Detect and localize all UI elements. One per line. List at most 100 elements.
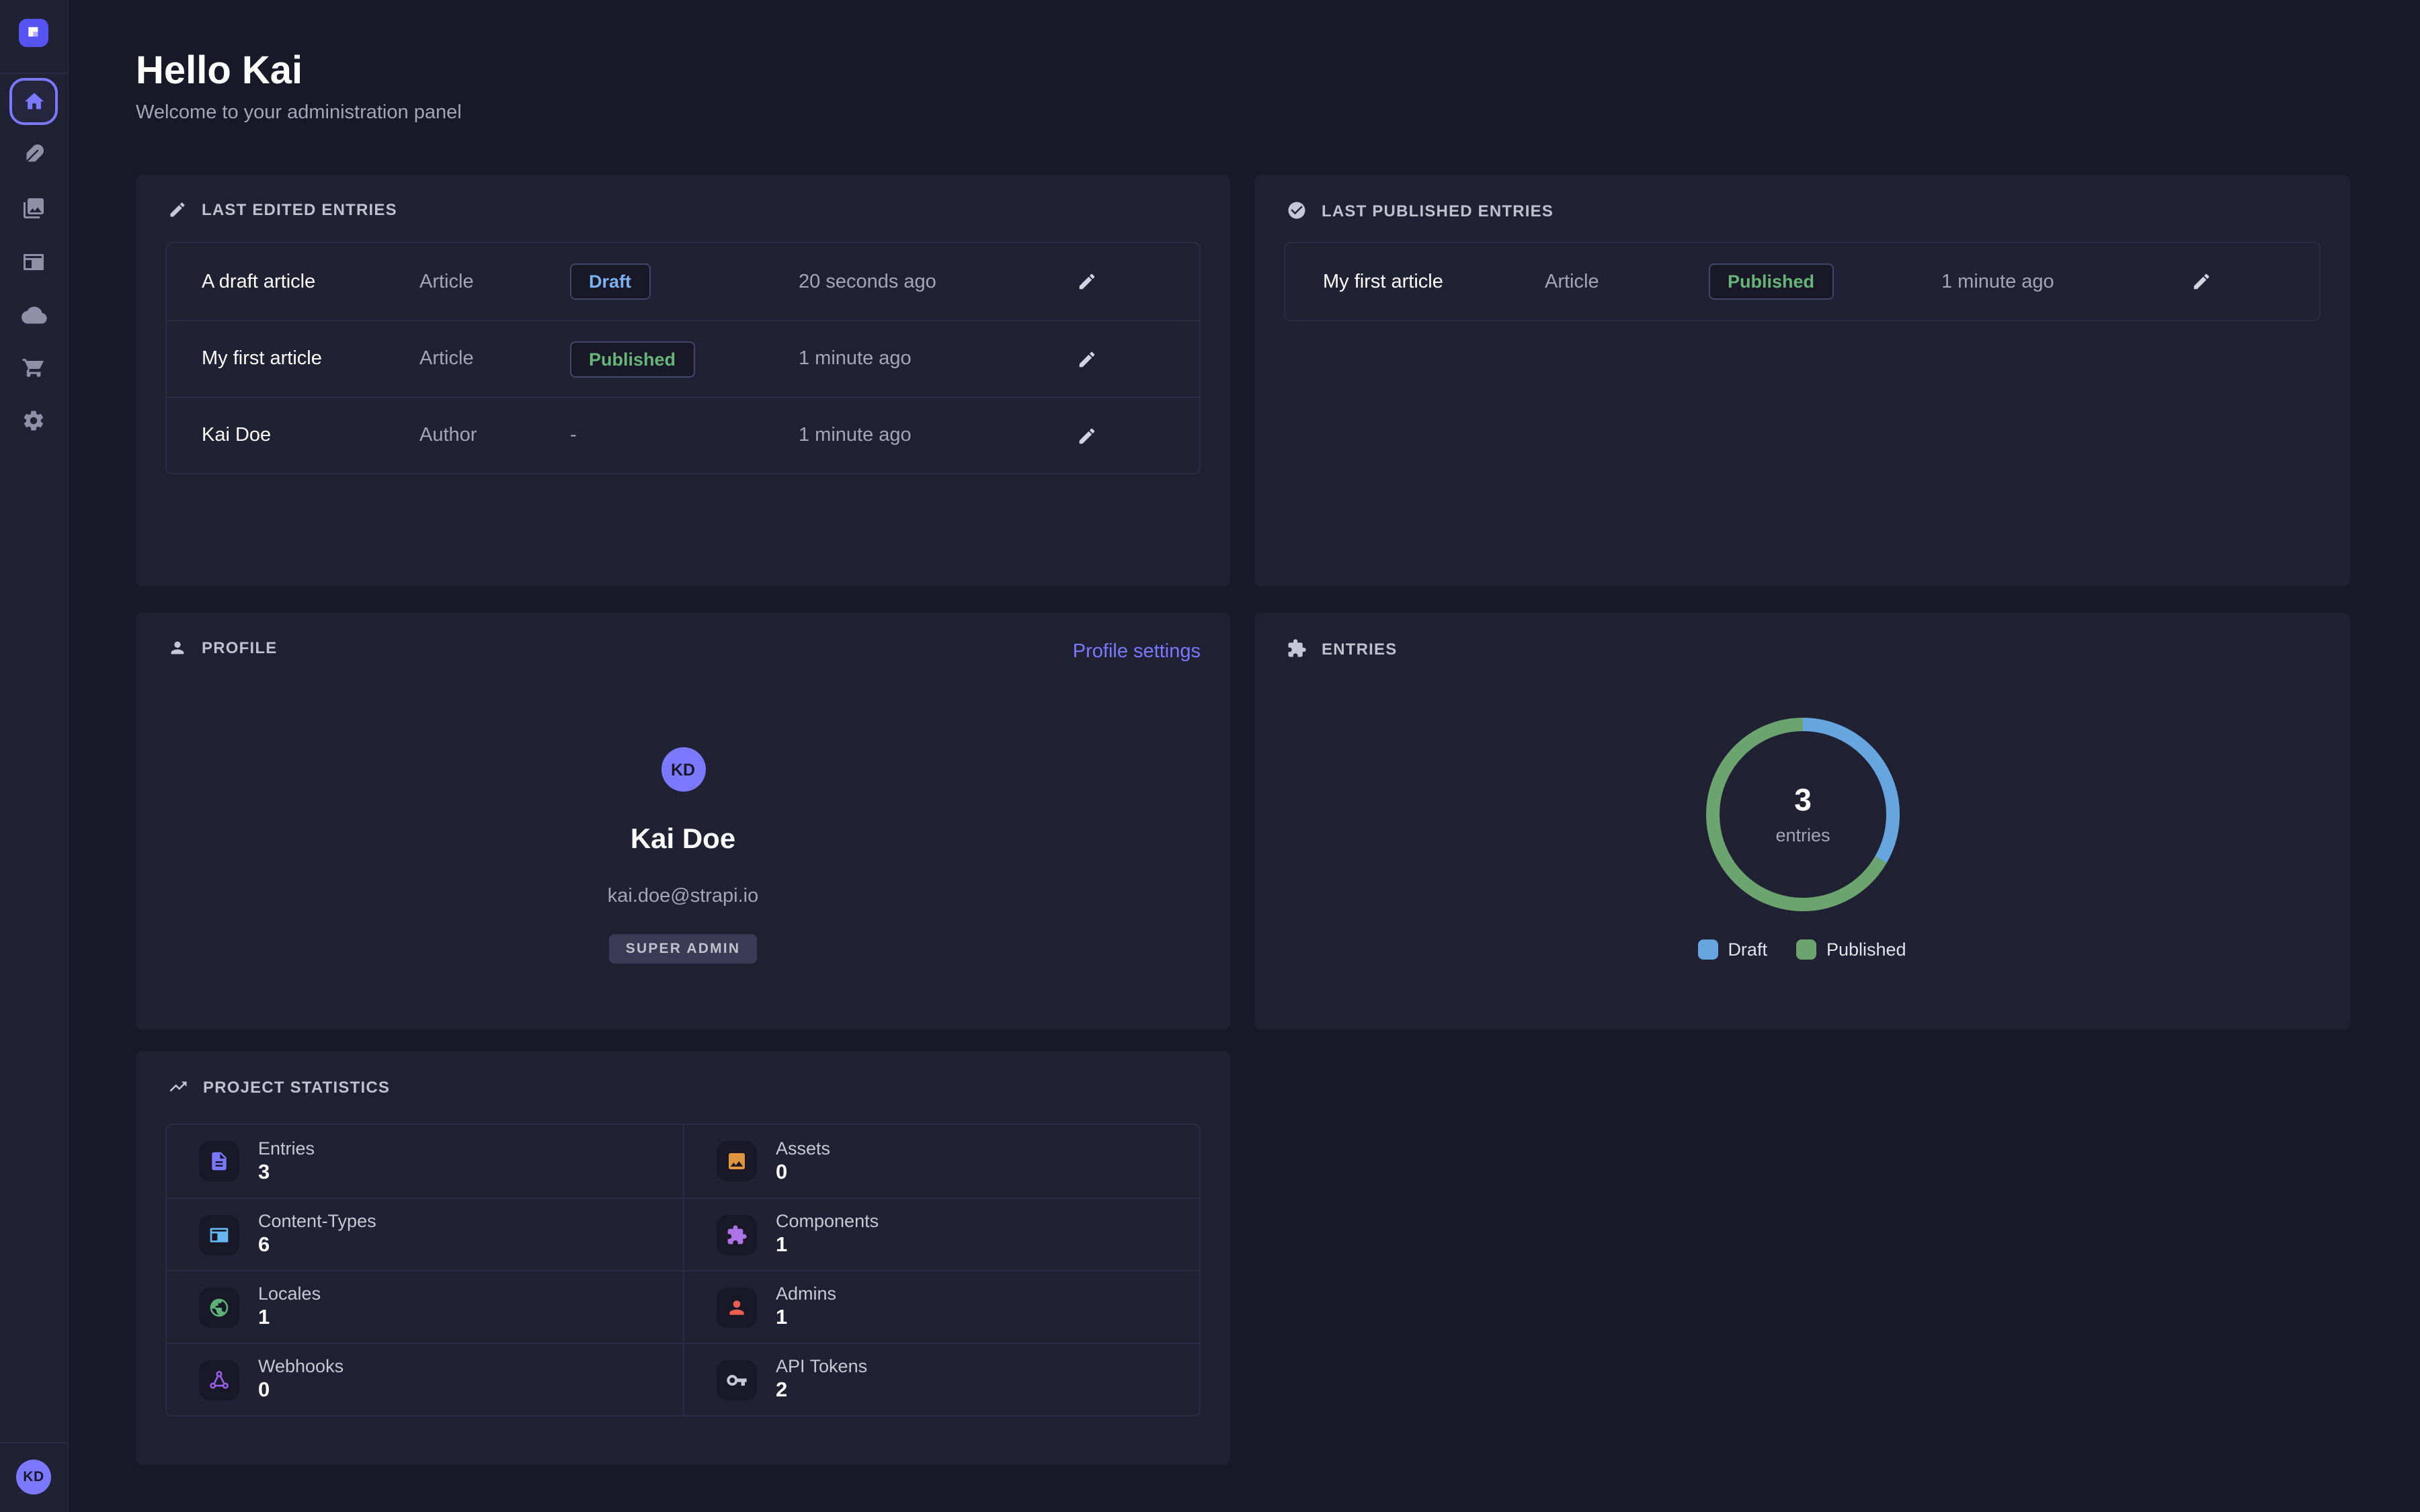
pencil-icon bbox=[168, 200, 187, 219]
card-header: PROFILE bbox=[168, 638, 277, 657]
stat-value: 0 bbox=[258, 1379, 344, 1403]
table-row[interactable]: A draft article Article Draft 20 seconds… bbox=[167, 243, 1199, 320]
card-title: LAST PUBLISHED ENTRIES bbox=[1322, 201, 1554, 220]
gear-icon bbox=[22, 409, 46, 433]
pencil-icon bbox=[1077, 349, 1097, 369]
entry-type: Author bbox=[419, 425, 570, 446]
user-icon bbox=[168, 638, 187, 657]
legend-item-draft: Draft bbox=[1698, 939, 1767, 960]
stat-label: Assets bbox=[776, 1138, 830, 1158]
profile-card: PROFILE Profile settings KD Kai Doe kai.… bbox=[136, 613, 1230, 1030]
table-row[interactable]: Kai Doe Author - 1 minute ago bbox=[167, 396, 1199, 473]
profile-settings-link[interactable]: Profile settings bbox=[1073, 641, 1201, 663]
legend-label: Draft bbox=[1728, 939, 1767, 960]
chart-legend: Draft Published bbox=[1254, 939, 2350, 960]
stat-value: 2 bbox=[776, 1379, 867, 1403]
sidebar-item-media-library[interactable] bbox=[0, 196, 67, 220]
pencil-icon bbox=[2191, 271, 2212, 292]
sidebar-item-home[interactable] bbox=[9, 78, 58, 125]
sidebar-item-content-type-builder[interactable] bbox=[0, 250, 67, 274]
stat-icon-tile bbox=[199, 1359, 239, 1400]
stat-label: Content-Types bbox=[258, 1211, 376, 1231]
stat-value: 1 bbox=[776, 1306, 836, 1331]
last-published-table: My first article Article Published 1 min… bbox=[1284, 242, 2321, 321]
legend-item-published: Published bbox=[1797, 939, 1906, 960]
entry-time: 1 minute ago bbox=[1941, 271, 2191, 292]
published-swatch-icon bbox=[1797, 939, 1817, 960]
cloud-icon bbox=[21, 302, 46, 328]
image-icon bbox=[726, 1150, 748, 1172]
stat-label: Entries bbox=[258, 1138, 315, 1158]
last-published-entries-card: LAST PUBLISHED ENTRIES My first article … bbox=[1254, 175, 2350, 586]
donut-total-label: entries bbox=[1775, 825, 1829, 845]
status-badge: Published bbox=[1709, 263, 1833, 300]
user-avatar[interactable]: KD bbox=[16, 1460, 51, 1495]
entry-name: My first article bbox=[202, 348, 419, 370]
edit-entry-button[interactable] bbox=[1077, 349, 1112, 369]
sidebar-item-deploy[interactable] bbox=[0, 302, 67, 328]
profile-role-badge: SUPER ADMIN bbox=[610, 934, 756, 964]
stat-item-api-tokens: API Tokens 2 bbox=[683, 1343, 1199, 1415]
sidebar-item-marketplace[interactable] bbox=[0, 355, 67, 379]
sidebar-item-settings[interactable] bbox=[0, 409, 67, 433]
pencil-icon bbox=[1077, 425, 1097, 446]
stat-item-webhooks: Webhooks 0 bbox=[167, 1343, 683, 1415]
card-header: LAST EDITED ENTRIES bbox=[168, 200, 397, 219]
stat-label: Locales bbox=[258, 1284, 321, 1304]
stat-label: Admins bbox=[776, 1284, 836, 1304]
entries-donut-chart: 3 entries bbox=[1701, 714, 1903, 915]
stat-icon-tile bbox=[199, 1287, 239, 1327]
sidebar: KD bbox=[0, 0, 69, 1512]
stat-icon-tile bbox=[717, 1287, 757, 1327]
stat-icon-tile bbox=[199, 1214, 239, 1255]
legend-label: Published bbox=[1826, 939, 1906, 960]
project-statistics-card: PROJECT STATISTICS Entries 3 Assets 0 bbox=[136, 1051, 1230, 1465]
sidebar-item-content-manager[interactable] bbox=[0, 142, 67, 167]
stat-icon-tile bbox=[717, 1359, 757, 1400]
entry-name: A draft article bbox=[202, 271, 419, 292]
card-title: ENTRIES bbox=[1322, 639, 1397, 658]
card-header: ENTRIES bbox=[1287, 638, 1397, 659]
profile-email: kai.doe@strapi.io bbox=[608, 886, 759, 907]
stat-value: 0 bbox=[776, 1161, 830, 1185]
stat-icon-tile bbox=[717, 1214, 757, 1255]
table-row[interactable]: My first article Article Published 1 min… bbox=[167, 320, 1199, 396]
strapi-admin-dashboard: KD Hello Kai Welcome to your administrat… bbox=[0, 0, 2420, 1512]
stat-value: 3 bbox=[258, 1161, 315, 1185]
strapi-logo-icon bbox=[25, 24, 42, 42]
layout-builder-icon bbox=[22, 250, 46, 274]
stat-icon-tile bbox=[717, 1141, 757, 1181]
media-library-icon bbox=[22, 196, 46, 220]
stat-item-admins: Admins 1 bbox=[683, 1270, 1199, 1343]
puzzle-icon bbox=[1287, 638, 1307, 659]
stat-icon-tile bbox=[199, 1141, 239, 1181]
feather-pen-icon bbox=[22, 142, 46, 167]
check-circle-icon bbox=[1287, 200, 1307, 220]
sidebar-divider bbox=[0, 73, 67, 74]
donut-total: 3 bbox=[1793, 782, 1811, 817]
entry-time: 1 minute ago bbox=[799, 348, 1077, 370]
table-row[interactable]: My first article Article Published 1 min… bbox=[1285, 243, 2319, 320]
last-edited-table: A draft article Article Draft 20 seconds… bbox=[165, 242, 1201, 474]
stat-item-entries: Entries 3 bbox=[167, 1125, 683, 1198]
stat-label: API Tokens bbox=[776, 1356, 867, 1376]
network-icon bbox=[208, 1369, 230, 1390]
strapi-logo[interactable] bbox=[19, 19, 48, 47]
user-icon bbox=[726, 1296, 748, 1318]
entry-name: My first article bbox=[1323, 271, 1545, 292]
profile-avatar: KD bbox=[661, 747, 705, 792]
entry-type: Article bbox=[419, 271, 570, 292]
profile-name: Kai Doe bbox=[631, 824, 735, 856]
entry-time: 20 seconds ago bbox=[799, 271, 1077, 292]
stat-item-locales: Locales 1 bbox=[167, 1270, 683, 1343]
edit-entry-button[interactable] bbox=[1077, 425, 1112, 446]
shopping-cart-icon bbox=[22, 355, 46, 379]
stat-item-content-types: Content-Types 6 bbox=[167, 1198, 683, 1270]
status-badge: Published bbox=[570, 341, 694, 377]
entry-type: Article bbox=[1545, 271, 1709, 292]
edit-entry-button[interactable] bbox=[1077, 271, 1112, 292]
stat-value: 6 bbox=[258, 1234, 376, 1258]
pencil-icon bbox=[1077, 271, 1097, 292]
edit-entry-button[interactable] bbox=[2191, 271, 2226, 292]
card-header: PROJECT STATISTICS bbox=[168, 1077, 390, 1097]
